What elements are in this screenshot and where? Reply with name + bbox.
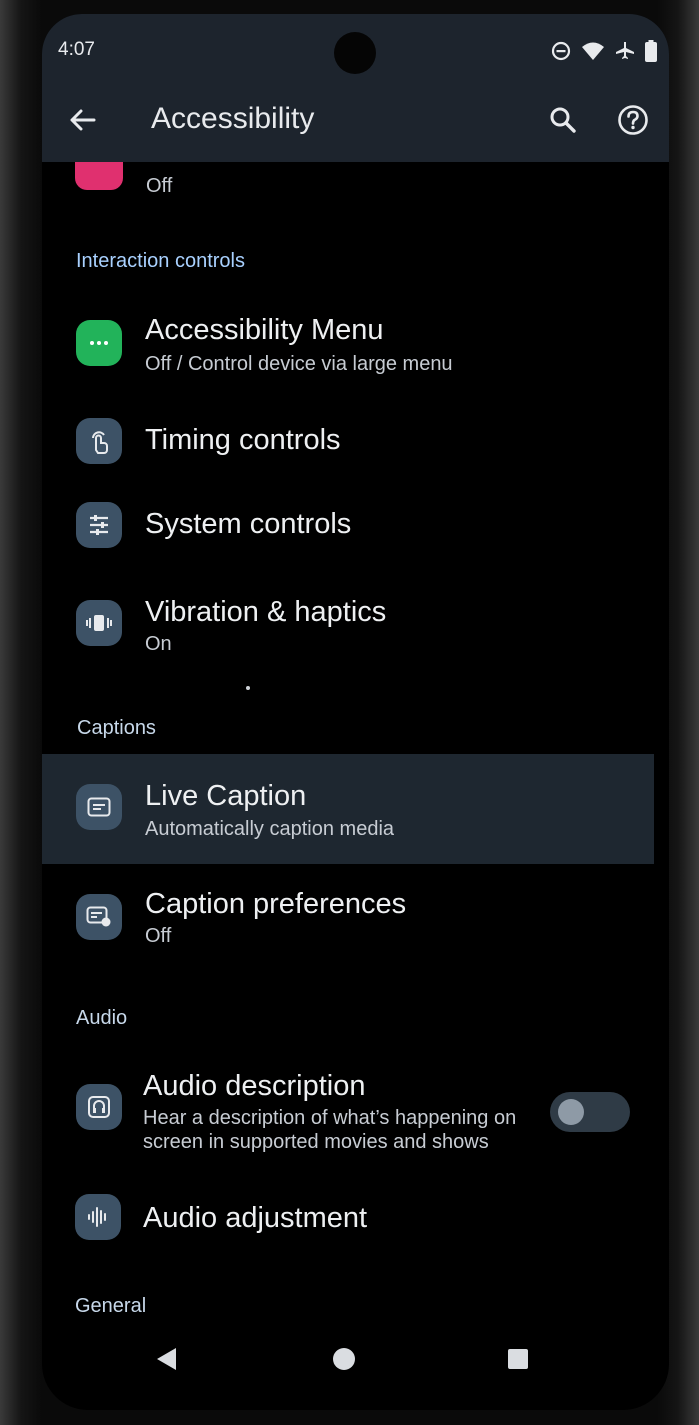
screen: 4:07 Accessibility Off Interaction contr… (42, 14, 669, 1410)
search-icon (550, 107, 576, 133)
nav-home-icon[interactable] (333, 1348, 355, 1370)
wifi-icon (582, 42, 604, 60)
do-not-disturb-icon (551, 41, 571, 61)
system-controls-item[interactable]: System controls (42, 494, 669, 564)
caption-preferences-item[interactable]: Caption preferences Off (42, 880, 669, 970)
touch-timer-icon (76, 418, 122, 464)
system-controls-title: System controls (145, 508, 352, 540)
help-button[interactable] (615, 102, 651, 138)
accessibility-menu-subtitle: Off / Control device via large menu (145, 353, 453, 375)
caption-icon (76, 784, 122, 830)
audio-description-subtitle-line1: Hear a description of what’s happening o… (143, 1107, 517, 1129)
section-header-captions: Captions (77, 717, 156, 739)
airplane-icon (616, 42, 634, 59)
timing-controls-item[interactable]: Timing controls (42, 410, 669, 480)
navigation-bar (42, 1332, 669, 1392)
audio-description-title: Audio description (143, 1070, 366, 1102)
help-icon (618, 105, 648, 135)
vibration-icon (76, 600, 122, 646)
stray-dot (246, 686, 250, 690)
partial-item-subtitle: Off (146, 175, 173, 197)
vibration-haptics-item[interactable]: Vibration & haptics On (42, 580, 669, 670)
search-button[interactable] (545, 102, 581, 138)
page-title: Accessibility (151, 102, 315, 135)
section-header-general: General (75, 1295, 147, 1317)
front-camera (334, 32, 376, 74)
live-caption-item[interactable]: Live Caption Automatically caption media (42, 754, 654, 864)
toggle-knob (558, 1099, 584, 1125)
waveform-icon (75, 1194, 121, 1240)
partial-item-icon (75, 162, 123, 190)
back-button[interactable] (64, 102, 100, 138)
menu-dots-icon (76, 320, 122, 366)
audio-description-subtitle-line2: screen in supported movies and shows (143, 1131, 489, 1153)
caption-preferences-subtitle: Off (145, 925, 172, 947)
audio-adjustment-item[interactable]: Audio adjustment (42, 1186, 669, 1256)
audio-description-icon (76, 1084, 122, 1130)
live-caption-subtitle: Automatically caption media (145, 818, 395, 840)
caption-preferences-title: Caption preferences (145, 888, 407, 920)
audio-description-toggle[interactable] (550, 1092, 630, 1132)
accessibility-menu-item[interactable]: Accessibility Menu Off / Control device … (42, 298, 669, 388)
sliders-icon (76, 502, 122, 548)
nav-back-icon (157, 1348, 176, 1370)
accessibility-menu-title: Accessibility Menu (145, 314, 384, 346)
battery-icon (645, 40, 657, 62)
section-header-audio: Audio (76, 1007, 128, 1029)
vibration-haptics-title: Vibration & haptics (145, 596, 387, 628)
vibration-haptics-subtitle: On (145, 633, 172, 655)
live-caption-title: Live Caption (145, 780, 307, 812)
nav-recents-icon[interactable] (508, 1349, 528, 1369)
nav-back-button[interactable] (154, 1346, 178, 1377)
timing-controls-title: Timing controls (145, 424, 341, 456)
audio-adjustment-title: Audio adjustment (143, 1202, 368, 1234)
section-header-interaction: Interaction controls (76, 250, 245, 272)
caption-settings-icon (76, 894, 122, 940)
audio-description-item[interactable]: Audio description Hear a description of … (42, 1054, 669, 1174)
arrow-left-icon (70, 109, 96, 131)
status-time: 4:07 (58, 39, 95, 60)
status-icons (551, 40, 657, 62)
app-bar: 4:07 Accessibility (42, 14, 669, 162)
